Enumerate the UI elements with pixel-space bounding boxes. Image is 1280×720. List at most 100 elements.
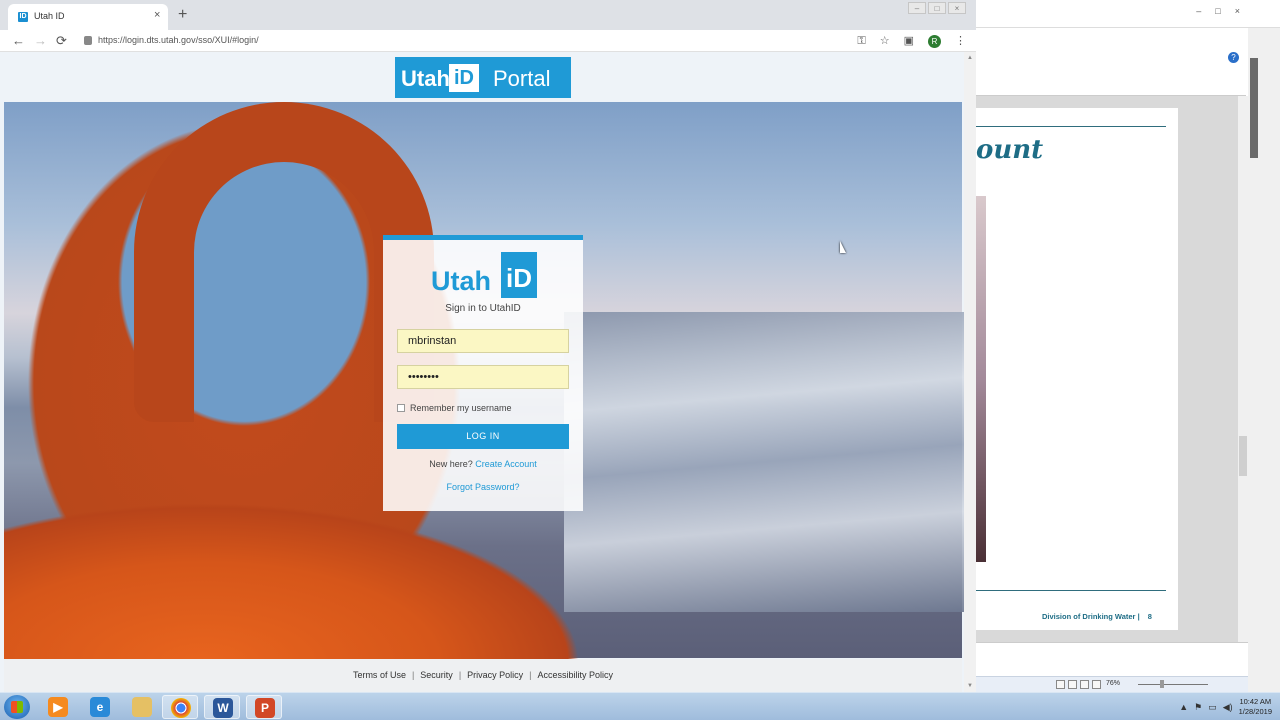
zoom-level[interactable]: 76% bbox=[1106, 680, 1120, 687]
word-icon: W bbox=[213, 698, 233, 718]
zoom-slider[interactable] bbox=[1138, 684, 1208, 685]
remember-checkbox[interactable] bbox=[397, 404, 405, 412]
document-heading: ount bbox=[976, 135, 1044, 165]
windows-taskbar: ▶ e W P ▲ ⚑ ▭ ◀) 10:42 AM 1/28/2019 bbox=[0, 692, 1280, 720]
browser-toolbar: ← → ⟳ https://login.dts.utah.gov/sso/XUI… bbox=[0, 30, 976, 52]
document-footer: Division of Drinking Water | 8 bbox=[1042, 612, 1152, 621]
toolbar-icons: ⚿ ☆ ▣ R ⋮ bbox=[857, 34, 966, 48]
page-footer: Terms of Use | Security | Privacy Policy | Acc… bbox=[4, 659, 962, 692]
forward-button[interactable]: → bbox=[34, 33, 47, 49]
close-tab-icon[interactable]: × bbox=[154, 9, 160, 21]
document-area: ount Division of Drinking Water | 8 bbox=[976, 96, 1238, 642]
action-center-icon[interactable]: ⚑ bbox=[1194, 702, 1202, 713]
star-icon[interactable]: ☆ bbox=[880, 34, 890, 48]
word-minimize-button[interactable]: – bbox=[1196, 6, 1201, 16]
word-maximize-button[interactable]: □ bbox=[1215, 6, 1220, 16]
username-input[interactable]: mbrinstan bbox=[397, 329, 569, 353]
chrome-icon bbox=[171, 698, 191, 718]
new-here-label: New here? bbox=[429, 459, 473, 469]
system-tray: ▲ ⚑ ▭ ◀) 10:42 AM 1/28/2019 bbox=[1179, 695, 1272, 719]
footer-separator: | bbox=[529, 670, 532, 680]
word-close-button[interactable]: × bbox=[1235, 6, 1240, 16]
new-here-text: New here? Create Account bbox=[383, 459, 583, 469]
windows-logo-icon bbox=[11, 701, 23, 713]
network-icon[interactable]: ▭ bbox=[1208, 702, 1217, 713]
page-number: 8 bbox=[1147, 612, 1152, 621]
new-tab-button[interactable]: + bbox=[178, 7, 187, 23]
back-button[interactable]: ← bbox=[12, 33, 25, 49]
utah-id-favicon-icon: ID bbox=[18, 12, 28, 22]
word-window-controls: – □ × bbox=[1196, 6, 1240, 16]
banner-utah-text: Utah bbox=[401, 66, 450, 91]
window-controls: – □ × bbox=[908, 2, 966, 14]
profile-icon[interactable]: R bbox=[928, 34, 941, 48]
volume-icon[interactable]: ◀) bbox=[1223, 702, 1233, 713]
outline-icon[interactable] bbox=[1092, 680, 1101, 689]
file-explorer-button[interactable] bbox=[124, 695, 160, 719]
outer-scroll-thumb[interactable] bbox=[1250, 58, 1258, 158]
footer-division-text: Division of Drinking Water bbox=[1042, 612, 1136, 621]
clock-date: 1/28/2019 bbox=[1238, 707, 1272, 716]
tab-title: Utah ID bbox=[34, 11, 65, 21]
show-hidden-icons[interactable]: ▲ bbox=[1179, 702, 1188, 712]
create-account-link[interactable]: Create Account bbox=[475, 459, 537, 469]
header-rule bbox=[976, 126, 1166, 127]
word-status-bar: 76% bbox=[976, 676, 1248, 692]
key-icon[interactable]: ⚿ bbox=[857, 34, 865, 48]
powerpoint-icon: P bbox=[255, 698, 275, 718]
start-button[interactable] bbox=[4, 695, 30, 719]
print-layout-icon[interactable] bbox=[1056, 680, 1065, 689]
page-viewport: Utah iD Portal Utah iD Sign in to UtahID… bbox=[0, 52, 964, 692]
footer-links: Terms of Use | Security | Privacy Policy | Acc… bbox=[4, 670, 962, 680]
accessibility-policy-link[interactable]: Accessibility Policy bbox=[538, 670, 614, 680]
minimize-button[interactable]: – bbox=[908, 2, 926, 14]
clock[interactable]: 10:42 AM 1/28/2019 bbox=[1239, 697, 1272, 717]
tab-utah-id[interactable]: ID Utah ID × bbox=[8, 4, 168, 30]
remember-username: Remember my username bbox=[397, 403, 512, 413]
extension-icon[interactable]: ▣ bbox=[904, 34, 914, 48]
login-button[interactable]: LOG IN bbox=[397, 424, 569, 449]
mouse-cursor-icon bbox=[840, 241, 846, 253]
logo-utah-text: Utah bbox=[431, 266, 491, 296]
menu-icon[interactable]: ⋮ bbox=[955, 34, 966, 48]
banner-portal-text: Portal bbox=[493, 66, 551, 91]
word-ribbon: ? bbox=[976, 28, 1246, 96]
document-image bbox=[976, 196, 986, 562]
web-layout-icon[interactable] bbox=[1080, 680, 1089, 689]
password-input[interactable]: •••••••• bbox=[397, 365, 569, 389]
page-scrollbar[interactable]: ▲ ▼ bbox=[964, 52, 976, 692]
lock-icon bbox=[84, 36, 92, 45]
footer-separator: | bbox=[458, 670, 462, 680]
login-card: Utah iD Sign in to UtahID mbrinstan ••••… bbox=[383, 235, 583, 511]
document-scroll-thumb[interactable] bbox=[1239, 436, 1247, 476]
help-icon[interactable]: ? bbox=[1228, 52, 1239, 63]
privacy-policy-link[interactable]: Privacy Policy bbox=[467, 670, 523, 680]
url-text[interactable]: https://login.dts.utah.gov/sso/XUI/#logi… bbox=[98, 35, 259, 45]
powerpoint-button[interactable]: P bbox=[246, 695, 282, 719]
terms-of-use-link[interactable]: Terms of Use bbox=[353, 670, 406, 680]
internet-explorer-button[interactable]: e bbox=[82, 695, 118, 719]
banner-id-text: iD bbox=[449, 64, 479, 92]
document-scrollbar[interactable] bbox=[1238, 96, 1248, 642]
logo-id-text: iD bbox=[501, 252, 537, 298]
red-rock-foreground bbox=[4, 402, 704, 662]
reload-button[interactable]: ⟳ bbox=[56, 33, 67, 49]
outer-scrollbar[interactable] bbox=[1248, 28, 1280, 692]
maximize-button[interactable]: □ bbox=[928, 2, 946, 14]
security-link[interactable]: Security bbox=[420, 670, 453, 680]
scroll-down-icon[interactable]: ▼ bbox=[967, 683, 973, 689]
media-player-button[interactable]: ▶ bbox=[40, 695, 76, 719]
document-page: ount Division of Drinking Water | 8 bbox=[976, 108, 1178, 630]
scroll-up-icon[interactable]: ▲ bbox=[967, 55, 973, 61]
word-button[interactable]: W bbox=[204, 695, 240, 719]
word-title-bar: – □ × bbox=[976, 0, 1280, 28]
chrome-button[interactable] bbox=[162, 695, 198, 719]
footer-rule bbox=[976, 590, 1166, 591]
forgot-password-link[interactable]: Forgot Password? bbox=[383, 482, 583, 492]
internet-explorer-icon: e bbox=[90, 697, 110, 717]
zoom-slider-knob[interactable] bbox=[1160, 680, 1164, 688]
close-window-button[interactable]: × bbox=[948, 2, 966, 14]
full-screen-icon[interactable] bbox=[1068, 680, 1077, 689]
footer-separator: | bbox=[411, 670, 415, 680]
address-bar[interactable]: https://login.dts.utah.gov/sso/XUI/#logi… bbox=[84, 33, 844, 49]
